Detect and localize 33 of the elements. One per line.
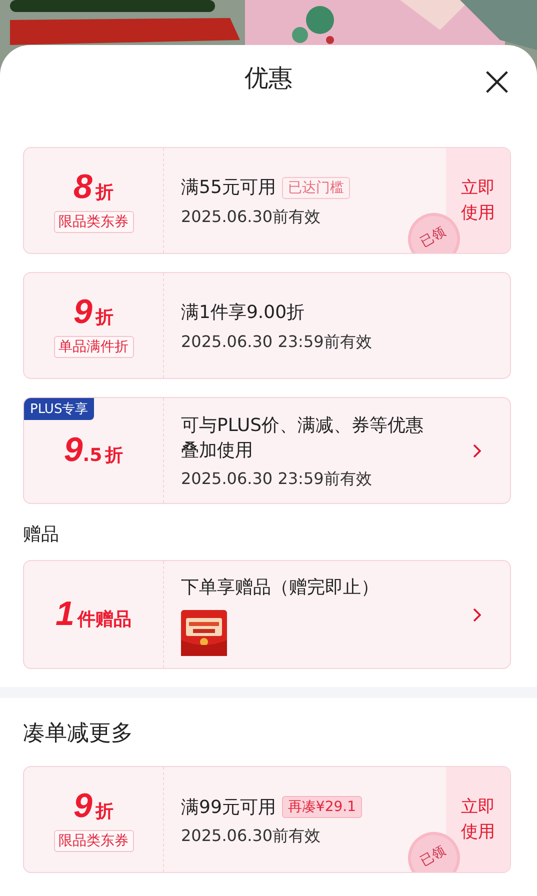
coupon-type-tag: 限品类东券 (54, 830, 134, 852)
threshold-tag: 已达门槛 (282, 177, 350, 199)
coupon-card[interactable]: 9折 单品满件折 满1件享9.00折 2025.06.30 23:59前有效 (23, 272, 511, 379)
coupon-condition: 满1件享9.00折 (181, 301, 305, 326)
coupon-condition: 可与PLUS价、满减、券等优惠叠加使用 (181, 414, 425, 463)
coupon-condition: 满55元可用 (181, 176, 276, 200)
chevron-right-icon[interactable] (473, 444, 481, 458)
validity-date: 2025.06.30 23:59前有效 (181, 469, 373, 490)
chevron-right-icon[interactable] (473, 608, 481, 622)
coupon-condition: 满99元可用 (181, 796, 276, 820)
coupon-card[interactable]: 1 件赠品 下单享赠品（赠完即止） (23, 560, 511, 670)
discount-value: 8折 (74, 168, 114, 207)
discount-value: 9折 (74, 787, 114, 826)
validity-date: 2025.06.30前有效 (181, 826, 322, 847)
discount-value: 1 件赠品 (56, 595, 132, 634)
sheet-title: 优惠 (244, 62, 292, 94)
section-heading: 凑单减更多 (23, 720, 134, 748)
coupon-type-tag: 限品类东券 (54, 211, 134, 233)
validity-date: 2025.06.30前有效 (181, 206, 322, 228)
coupon-condition: 下单享赠品（赠完即止） (181, 576, 379, 600)
validity-date: 2025.06.30 23:59前有效 (181, 332, 373, 353)
close-icon[interactable] (485, 70, 509, 94)
section-heading: 赠品 (23, 523, 60, 547)
use-now-button[interactable]: 立即使用 (446, 767, 510, 872)
coupon-card[interactable]: 8折 限品类东券 满55元可用 已达门槛 2025.06.30前有效 立即使用 已领 (23, 147, 511, 254)
use-now-button[interactable]: 立即使用 (446, 148, 510, 253)
discount-value: 9.5 折 (64, 431, 124, 470)
coupon-type-tag: 单品满件折 (54, 336, 134, 358)
threshold-tag: 再凑¥29.1 (282, 796, 362, 818)
plus-tag: PLUS专享 (24, 398, 94, 420)
coupon-card[interactable]: PLUS专享 9.5 折 可与PLUS价、满减、券等优惠叠加使用 2025.06.30 23:59前有效 (23, 397, 511, 504)
discount-value: 9折 (74, 293, 114, 332)
coupon-card[interactable]: 9折 限品类东券 满99元可用 再凑¥29.1 2025.06.30前有效 立即使用 已领 (23, 766, 511, 874)
